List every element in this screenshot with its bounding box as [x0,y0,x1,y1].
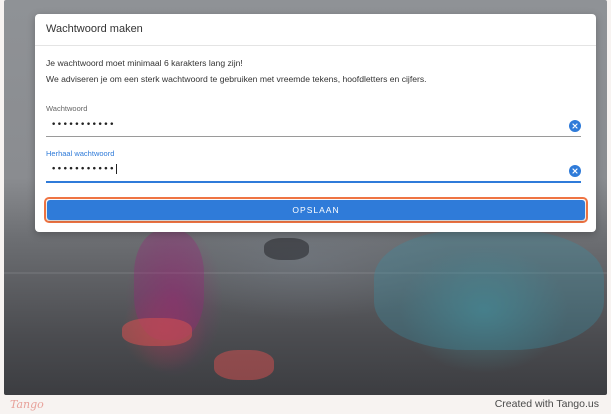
shoe-shape-mid [214,350,274,380]
password-input[interactable]: ••••••••••• [51,120,115,130]
repeat-password-field[interactable]: Herhaal wachtwoord ••••••••••• [46,149,581,183]
save-button[interactable]: OPSLAAN [47,200,585,220]
repeat-password-label: Herhaal wachtwoord [46,149,115,158]
create-password-dialog: Wachtwoord maken Je wachtwoord moet mini… [35,14,596,232]
screenshot-frame: Wachtwoord maken Je wachtwoord moet mini… [0,0,611,414]
footer: Tango Created with Tango.us [0,395,611,414]
save-button-highlight: OPSLAAN [44,197,588,223]
clear-circle-icon [572,123,578,129]
repeat-password-input-wrap[interactable]: ••••••••••• [51,164,117,175]
background-photo: Wachtwoord maken Je wachtwoord moet mini… [4,0,607,395]
dialog-header: Wachtwoord maken [35,14,596,46]
repeat-password-input[interactable]: ••••••••••• [51,165,115,175]
message-line-1: Je wachtwoord moet minimaal 6 karakters … [46,58,243,68]
repeat-password-underline [46,181,581,183]
clear-password-button[interactable] [569,120,581,132]
dialog-title: Wachtwoord maken [46,23,143,35]
message-line-2: We adviseren je om een sterk wachtwoord … [46,74,427,84]
shoe-shape-left [122,318,192,346]
clear-circle-icon [572,168,578,174]
tango-logo: Tango [10,398,44,411]
figure-shape-right [374,230,604,350]
created-with-text: Created with Tango.us [494,398,599,410]
password-label: Wachtwoord [46,104,88,113]
password-field[interactable]: Wachtwoord ••••••••••• [46,104,581,138]
text-caret [115,164,117,174]
clear-repeat-password-button[interactable] [569,165,581,177]
shoe-shape-right [264,238,309,260]
password-underline [46,136,581,137]
